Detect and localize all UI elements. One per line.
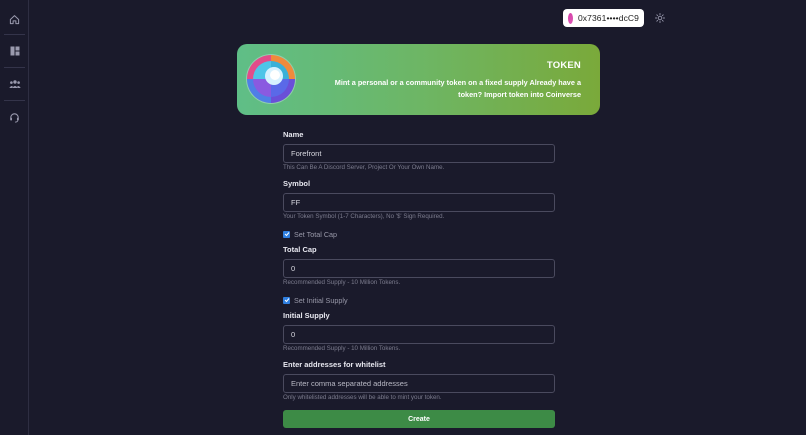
- support-headset-icon: [10, 112, 19, 123]
- top-bar: 0x7361••••dcC9: [563, 9, 666, 27]
- dashboard-icon: [10, 46, 19, 56]
- theme-toggle-button[interactable]: [654, 12, 666, 24]
- total-cap-hint: Recommended Supply - 10 Million Tokens.: [283, 279, 401, 286]
- set-total-cap-checkbox[interactable]: Set Total Cap: [283, 229, 555, 239]
- total-cap-label: Total Cap: [283, 245, 317, 254]
- set-initial-supply-label: Set Initial Supply: [294, 295, 348, 305]
- checkbox-checked-icon: [283, 230, 290, 238]
- total-cap-input[interactable]: 0: [283, 259, 555, 278]
- sidebar-item-community[interactable]: [4, 73, 25, 95]
- token-banner: TOKEN Mint a personal or a community tok…: [237, 44, 600, 115]
- sidebar-item-support[interactable]: [4, 106, 25, 128]
- sidebar-item-dashboard[interactable]: [4, 40, 25, 62]
- create-button[interactable]: Create: [283, 410, 555, 428]
- name-hint: This Can Be A Discord Server, Project Or…: [283, 164, 445, 171]
- banner-description: Mint a personal or a community token on …: [334, 78, 581, 99]
- community-icon: [8, 80, 21, 88]
- symbol-input[interactable]: FF: [283, 193, 555, 212]
- sidebar: [0, 0, 29, 435]
- home-icon: [9, 14, 20, 24]
- initial-supply-input[interactable]: 0: [283, 325, 555, 344]
- name-input[interactable]: Forefront: [283, 144, 555, 163]
- wallet-address: 0x7361••••dcC9: [577, 13, 639, 23]
- coinverse-logo: [246, 54, 296, 104]
- symbol-hint: Your Token Symbol (1-7 Characters), No '…: [283, 213, 445, 220]
- sidebar-item-home[interactable]: [4, 8, 25, 30]
- set-total-cap-label: Set Total Cap: [294, 229, 338, 239]
- wallet-button[interactable]: 0x7361••••dcC9: [563, 9, 644, 27]
- initial-supply-label: Initial Supply: [283, 311, 330, 320]
- whitelist-hint: Only whitelisted addresses will be able …: [283, 394, 442, 401]
- checkbox-checked-icon: [283, 296, 290, 304]
- symbol-label: Symbol: [283, 179, 311, 188]
- token-form: Name Forefront This Can Be A Discord Ser…: [283, 130, 555, 428]
- sun-icon: [655, 13, 665, 23]
- sidebar-divider: [4, 67, 25, 68]
- initial-supply-hint: Recommended Supply - 10 Million Tokens.: [283, 345, 401, 352]
- name-label: Name: [283, 130, 304, 139]
- sidebar-divider: [4, 34, 25, 35]
- sidebar-divider: [4, 100, 25, 101]
- banner-title: TOKEN: [546, 60, 581, 71]
- whitelist-label: Enter addresses for whitelist: [283, 360, 386, 369]
- set-initial-supply-checkbox[interactable]: Set Initial Supply: [283, 295, 555, 305]
- wallet-avatar: [568, 12, 573, 24]
- whitelist-input[interactable]: Enter comma separated addresses: [283, 374, 555, 393]
